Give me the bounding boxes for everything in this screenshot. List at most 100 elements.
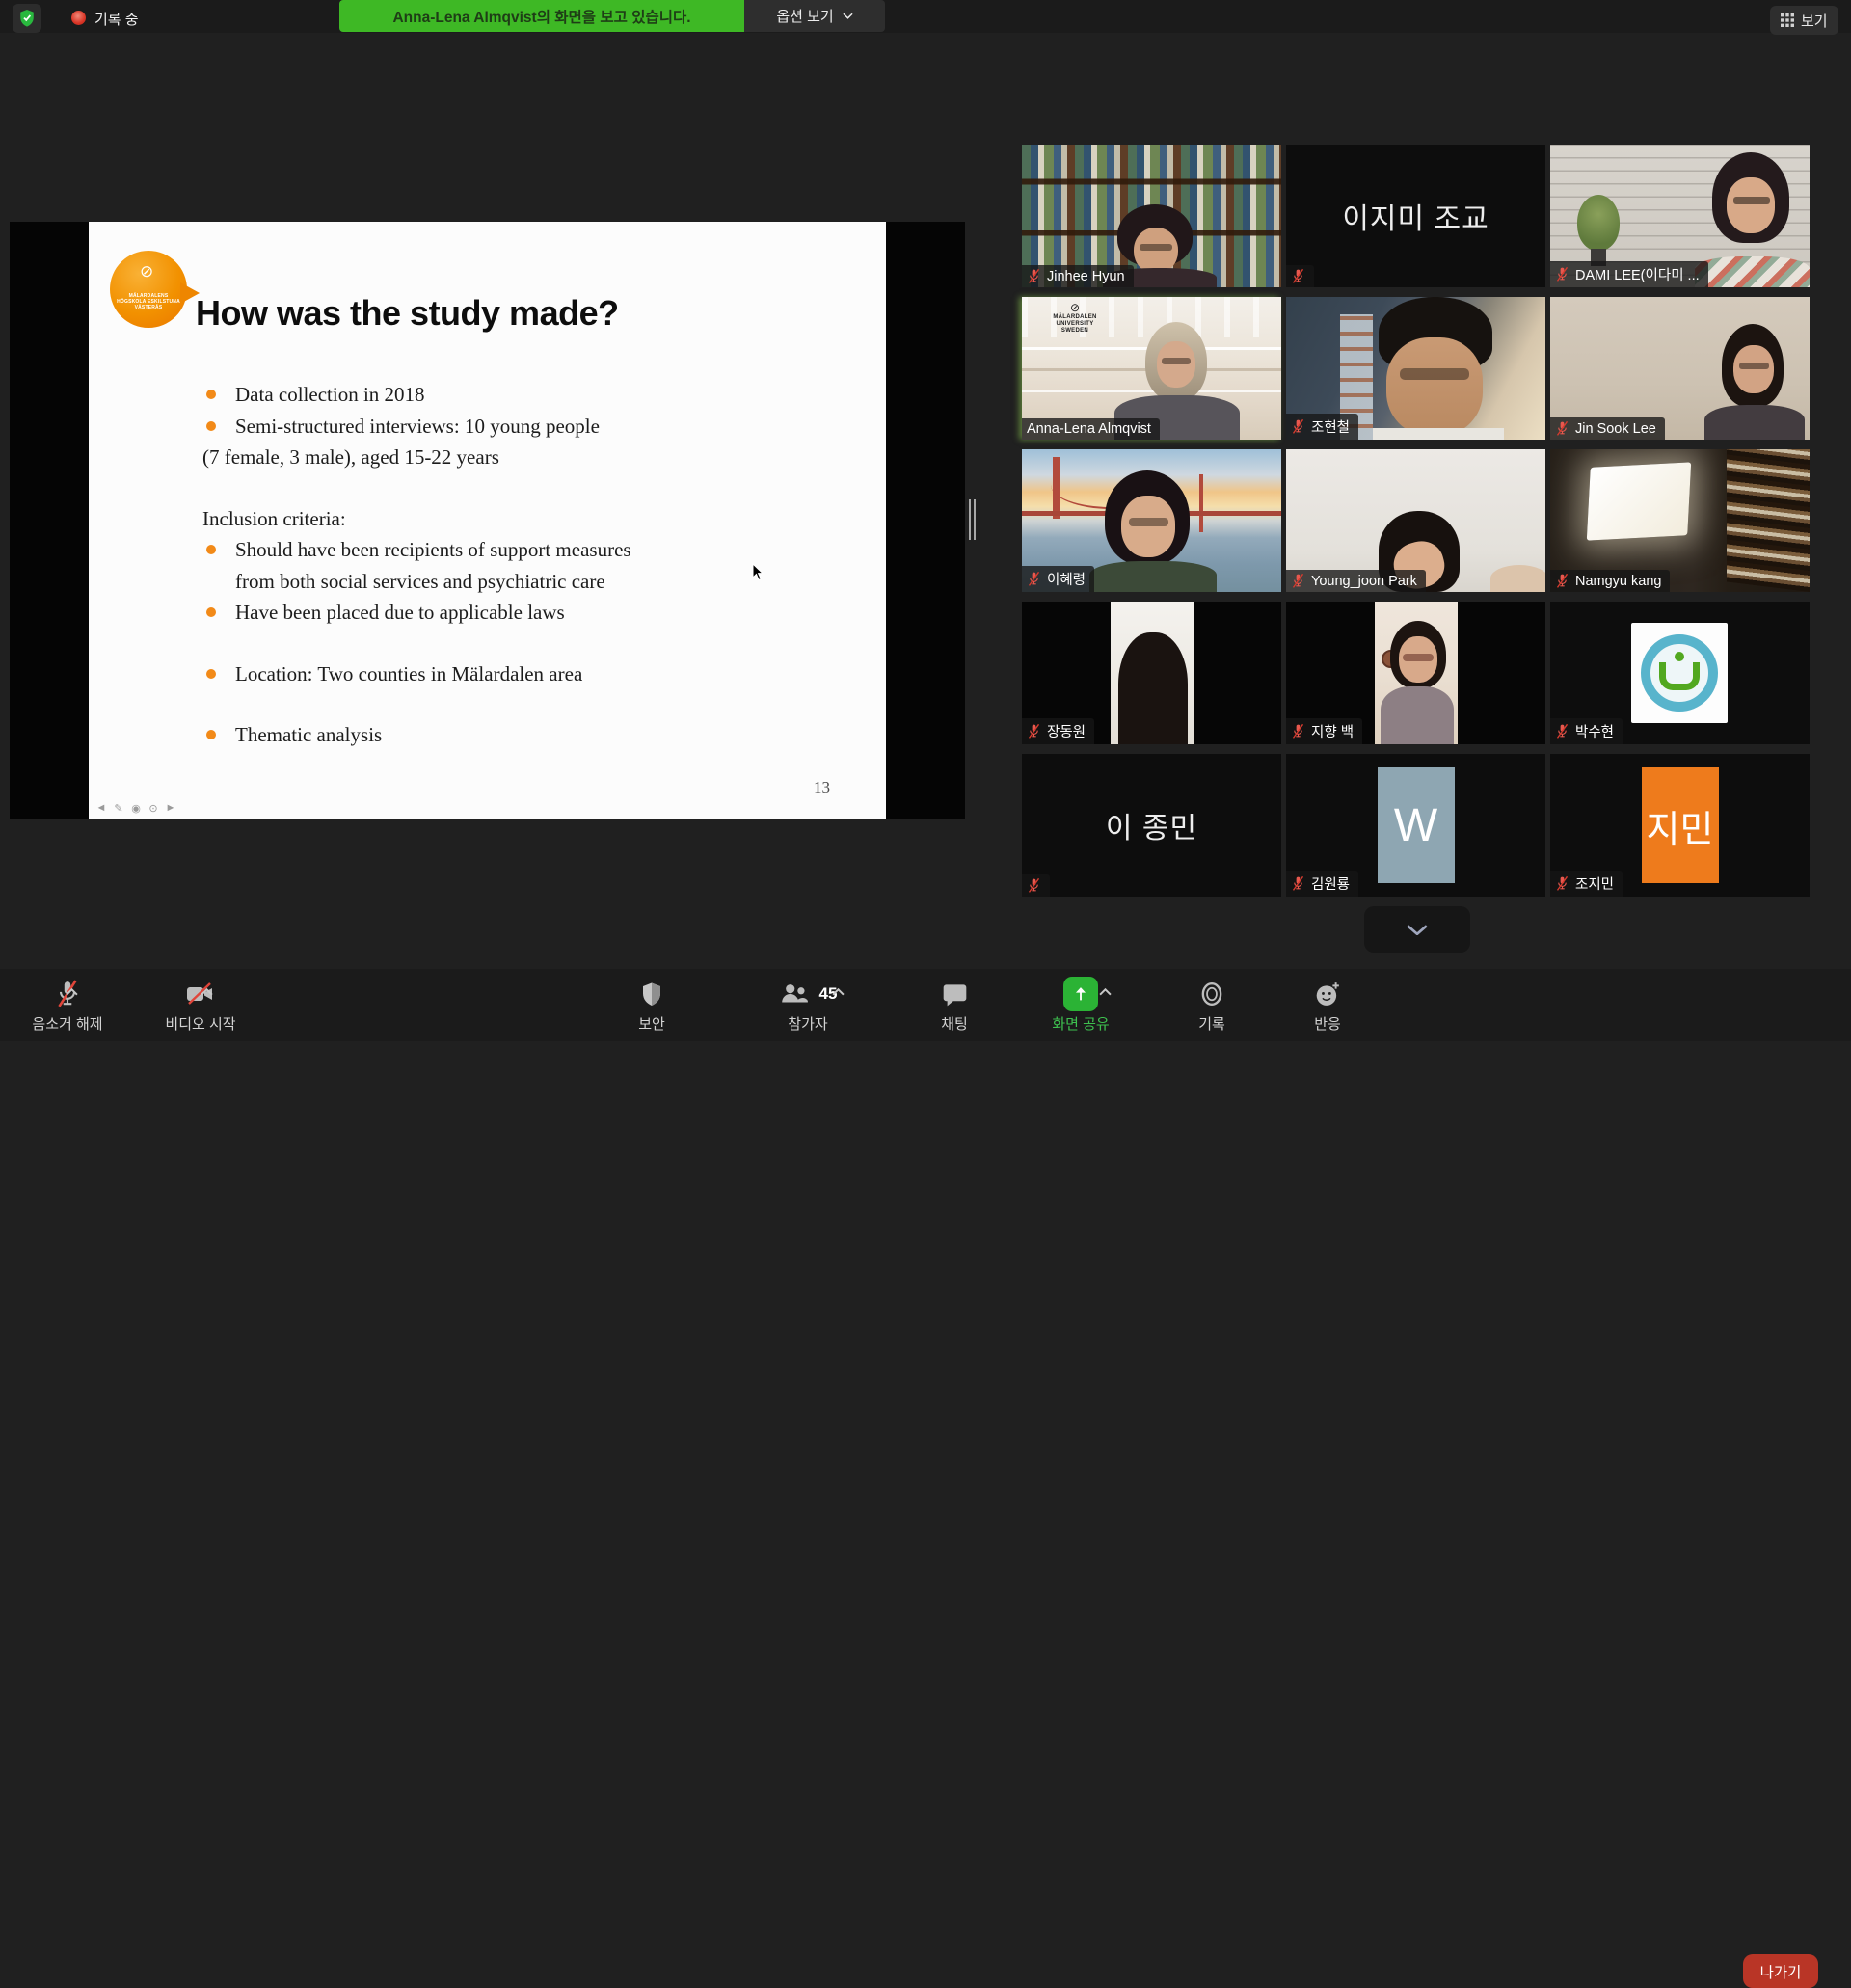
participants-button[interactable]: 45 참가자 [745,977,871,1034]
encryption-shield-button[interactable] [13,4,41,33]
muted-mic-icon [1555,420,1569,437]
record-label: 기록 [1198,1013,1225,1034]
participant-namebar [1286,265,1314,287]
leave-button[interactable]: 나가기 [1743,1954,1818,1988]
gallery-collapse-button[interactable] [1364,906,1470,953]
logo-mark-icon: ⊘ [140,263,153,280]
pen-icon[interactable]: ✎ [112,802,125,815]
participant-name: 조지민 [1575,873,1614,894]
participant-name: Jin Sook Lee [1575,421,1656,437]
overview-icon[interactable]: ⊙ [147,802,160,815]
muted-mic-icon [1291,573,1305,589]
participant-namebar: Jinhee Hyun [1022,265,1134,287]
participant-namebar: 지향 백 [1286,718,1362,744]
slide-bullet-line: Location: Two counties in Mälardalen are… [202,658,673,690]
mute-options-chevron[interactable] [66,988,78,996]
participants-label: 참가자 [788,1013,827,1034]
participants-icon [779,981,810,1007]
bullet-icon [206,390,216,399]
participant-tile[interactable]: 조현철 [1286,297,1545,440]
shared-screen: ⊘ MÄLARDALENS HÖGSKOLA ESKILSTUNA VÄSTER… [10,222,965,819]
top-bar: 기록 중 Anna-Lena Almqvist의 화면을 보고 있습니다. 옵션… [0,0,1851,33]
record-button[interactable]: 기록 [1149,977,1274,1034]
reactions-icon [1314,981,1341,1007]
avatar-card: 지민 [1642,767,1719,883]
slideshow-icon[interactable]: ◉ [129,802,143,815]
slide-bullet-line: Thematic analysis [202,719,673,751]
participant-name: DAMI LEE(이다미 ... [1575,264,1700,284]
slide-nav-icons[interactable]: ◄ ✎ ◉ ⊙ ► [94,802,177,815]
participant-tile[interactable]: ⊘ MÄLARDALEN UNIVERSITY SWEDEN Anna-Lena… [1022,297,1281,440]
next-arrow-icon[interactable]: ► [164,802,177,815]
participant-namebar: 장동원 [1022,718,1094,744]
grid-view-icon [1781,13,1794,27]
chat-icon [942,981,968,1007]
share-screen-button[interactable]: 화면 공유 [1018,977,1143,1034]
participants-chevron[interactable] [832,988,845,996]
participant-tile[interactable]: DAMI LEE(이다미 ... [1550,145,1810,287]
participant-tile[interactable]: 지향 백 [1286,602,1545,744]
prev-arrow-icon[interactable]: ◄ [94,802,108,815]
bullet-icon [206,607,216,617]
muted-mic-icon [1555,723,1569,739]
recording-dot-icon [71,11,86,25]
mute-button[interactable]: 음소거 해제 [5,977,130,1034]
bottom-toolbar: 음소거 해제 비디오 시작 보안 [0,969,1851,1041]
video-logo-text: ⊘ MÄLARDALEN UNIVERSITY SWEDEN [1035,302,1114,335]
participant-tile[interactable]: 이혜령 [1022,449,1281,592]
start-video-button[interactable]: 비디오 시작 [138,977,263,1034]
muted-mic-icon [1555,266,1569,282]
participant-namebar: Young_joon Park [1286,570,1426,592]
muted-mic-icon [1027,268,1041,284]
reactions-label: 반응 [1314,1013,1341,1034]
participant-tile[interactable]: Jin Sook Lee [1550,297,1810,440]
participant-name: 조현철 [1311,416,1350,437]
view-button-label: 보기 [1801,11,1828,31]
participant-tile[interactable]: W 김원룡 [1286,754,1545,897]
chat-button[interactable]: 채팅 [892,977,1017,1034]
participant-namebar: Jin Sook Lee [1550,417,1665,440]
participant-name: 지향 백 [1311,721,1354,741]
participant-tile[interactable]: Namgyu kang [1550,449,1810,592]
share-options-chevron[interactable] [1099,988,1112,996]
gallery-view-button[interactable]: 보기 [1770,6,1838,35]
participant-tile[interactable]: 박수현 [1550,602,1810,744]
view-options-label: 옵션 보기 [776,6,833,26]
participant-tile[interactable]: 지민 조지민 [1550,754,1810,897]
logo-text: MÄLARDALENS HÖGSKOLA ESKILSTUNA VÄSTERÅS [117,293,180,310]
video-options-chevron[interactable] [201,988,213,996]
participant-namebar: 박수현 [1550,718,1623,744]
participant-name: Namgyu kang [1575,574,1661,589]
muted-mic-icon [1027,877,1041,894]
slide-title: How was the study made? [196,293,619,334]
participant-center-name: 이지미 조교 [1286,145,1545,287]
participant-namebar: 김원룡 [1286,871,1358,897]
participant-name: Anna-Lena Almqvist [1027,421,1151,437]
panel-resize-handle[interactable] [969,499,977,540]
reactions-button[interactable]: 반응 [1265,977,1390,1034]
security-button[interactable]: 보안 [589,977,714,1034]
participant-tile[interactable]: Young_joon Park [1286,449,1545,592]
participant-name: 박수현 [1575,721,1614,741]
chevron-down-icon [843,13,853,19]
slide-bullet-line: Inclusion criteria: [202,503,673,535]
participant-tile[interactable]: 이 종민 [1022,754,1281,897]
participant-name: 장동원 [1047,721,1086,741]
mouse-cursor [752,563,765,587]
chevron-down-icon [1407,925,1428,935]
participants-grid: Jinhee Hyun 이지미 조교 [1022,145,1810,897]
logo-mark-icon: ⊘ [1035,302,1114,314]
participant-tile[interactable]: Jinhee Hyun [1022,145,1281,287]
avatar-card: W [1378,767,1455,883]
participant-name: 이혜령 [1047,569,1086,589]
participant-tile[interactable]: 이지미 조교 [1286,145,1545,287]
participant-tile[interactable]: 장동원 [1022,602,1281,744]
slide-bullet-line: (7 female, 3 male), aged 15-22 years [202,442,673,473]
view-options-button[interactable]: 옵션 보기 [744,0,885,32]
slide-bullet-line: Should have been recipients of support m… [202,534,673,597]
mute-label: 음소거 해제 [32,1013,102,1034]
muted-mic-icon [1291,268,1305,284]
muted-mic-icon [1555,875,1569,892]
participant-video: 이지미 조교 [1286,145,1545,287]
muted-mic-icon [1555,573,1569,589]
